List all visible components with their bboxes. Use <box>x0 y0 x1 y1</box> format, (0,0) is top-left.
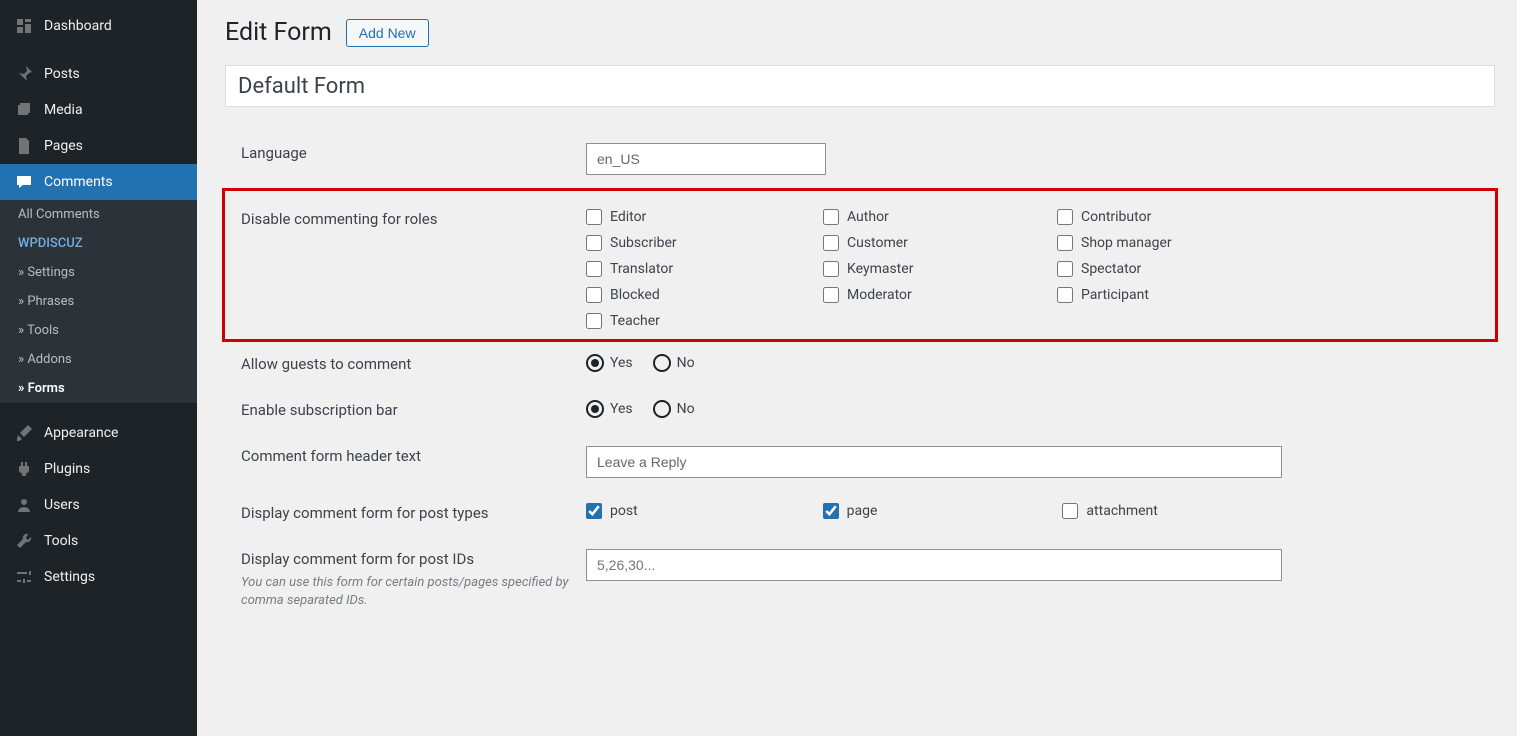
posttype-checkbox-page[interactable]: page <box>823 503 878 519</box>
sidebar-sub-settings[interactable]: » Settings <box>0 258 197 287</box>
sidebar-label: Pages <box>44 138 83 154</box>
role-checkbox-participant[interactable]: Participant <box>1057 287 1289 303</box>
sidebar-sub-wpdiscuz[interactable]: WPDISCUZ <box>0 229 197 258</box>
role-checkbox-contributor[interactable]: Contributor <box>1057 209 1289 225</box>
header-text-input[interactable] <box>586 446 1282 478</box>
sidebar-label: Settings <box>44 569 95 585</box>
disable-roles-label: Disable commenting for roles <box>241 209 586 329</box>
sidebar-item-plugins[interactable]: Plugins <box>0 451 197 487</box>
post-types-label: Display comment form for post types <box>241 503 586 524</box>
posttype-checkbox-post[interactable]: post <box>586 503 638 519</box>
row-language: Language <box>225 131 1495 188</box>
radio-icon <box>653 354 671 372</box>
sidebar-item-comments[interactable]: Comments <box>0 164 197 200</box>
sliders-icon <box>14 567 34 587</box>
pin-icon <box>14 64 34 84</box>
role-checkbox-shop-manager[interactable]: Shop manager <box>1057 235 1289 251</box>
row-header-text: Comment form header text <box>225 434 1495 491</box>
radio-icon <box>586 354 604 372</box>
post-ids-input[interactable] <box>586 549 1282 581</box>
role-checkbox-translator[interactable]: Translator <box>586 261 821 277</box>
header-text-label: Comment form header text <box>241 446 586 467</box>
enable-sub-label: Enable subscription bar <box>241 400 586 421</box>
media-icon <box>14 100 34 120</box>
roles-grid: Editor Author Contributor Subscriber Cus… <box>586 209 1479 329</box>
sidebar-label: Posts <box>44 66 80 82</box>
row-enable-subscription: Enable subscription bar Yes No <box>225 388 1495 434</box>
dashboard-icon <box>14 16 34 36</box>
sidebar-item-tools[interactable]: Tools <box>0 523 197 559</box>
sidebar-label: Users <box>44 497 80 513</box>
sidebar-label: Plugins <box>44 461 90 477</box>
main-content: Edit Form Add New Default Form Language … <box>197 0 1517 640</box>
language-label: Language <box>241 143 586 164</box>
admin-sidebar: Dashboard Posts Media Pages Comments All… <box>0 0 197 736</box>
posttype-checkbox-attachment[interactable]: attachment <box>1062 503 1157 519</box>
sidebar-sub-forms[interactable]: » Forms <box>0 374 197 403</box>
sidebar-item-dashboard[interactable]: Dashboard <box>0 8 197 44</box>
role-checkbox-keymaster[interactable]: Keymaster <box>823 261 1055 277</box>
sidebar-item-appearance[interactable]: Appearance <box>0 415 197 451</box>
role-checkbox-teacher[interactable]: Teacher <box>586 313 821 329</box>
post-ids-label: Display comment form for post IDs <box>241 549 586 570</box>
brush-icon <box>14 423 34 443</box>
role-checkbox-author[interactable]: Author <box>823 209 1055 225</box>
radio-icon <box>653 400 671 418</box>
allow-guests-label: Allow guests to comment <box>241 354 586 375</box>
sidebar-label: Comments <box>44 174 113 190</box>
role-checkbox-moderator[interactable]: Moderator <box>823 287 1055 303</box>
comment-icon <box>14 172 34 192</box>
sidebar-item-pages[interactable]: Pages <box>0 128 197 164</box>
add-new-button[interactable]: Add New <box>346 19 429 47</box>
row-allow-guests: Allow guests to comment Yes No <box>225 342 1495 388</box>
sidebar-sub-tools[interactable]: » Tools <box>0 316 197 345</box>
page-icon <box>14 136 34 156</box>
role-checkbox-spectator[interactable]: Spectator <box>1057 261 1289 277</box>
sidebar-item-settings[interactable]: Settings <box>0 559 197 595</box>
row-post-ids: Display comment form for post IDs You ca… <box>225 537 1495 622</box>
page-title: Edit Form <box>225 18 332 47</box>
role-checkbox-blocked[interactable]: Blocked <box>586 287 821 303</box>
users-icon <box>14 495 34 515</box>
sidebar-sub-all-comments[interactable]: All Comments <box>0 200 197 229</box>
sidebar-label: Appearance <box>44 425 118 441</box>
sidebar-item-posts[interactable]: Posts <box>0 56 197 92</box>
radio-icon <box>586 400 604 418</box>
wrench-icon <box>14 531 34 551</box>
sidebar-item-users[interactable]: Users <box>0 487 197 523</box>
language-input[interactable] <box>586 143 826 175</box>
role-checkbox-customer[interactable]: Customer <box>823 235 1055 251</box>
radio-sub-no[interactable]: No <box>653 400 695 418</box>
sidebar-sub-addons[interactable]: » Addons <box>0 345 197 374</box>
sidebar-sub-phrases[interactable]: » Phrases <box>0 287 197 316</box>
plug-icon <box>14 459 34 479</box>
sidebar-label: Dashboard <box>44 18 112 34</box>
post-ids-desc: You can use this form for certain posts/… <box>241 574 586 610</box>
row-post-types: Display comment form for post types post… <box>225 491 1495 537</box>
role-checkbox-editor[interactable]: Editor <box>586 209 821 225</box>
radio-guests-no[interactable]: No <box>653 354 695 372</box>
sidebar-label: Tools <box>44 533 78 549</box>
highlighted-section: Disable commenting for roles Editor Auth… <box>222 188 1498 342</box>
radio-sub-yes[interactable]: Yes <box>586 400 633 418</box>
sidebar-item-media[interactable]: Media <box>0 92 197 128</box>
radio-guests-yes[interactable]: Yes <box>586 354 633 372</box>
sidebar-label: Media <box>44 102 83 118</box>
form-name-input[interactable]: Default Form <box>225 65 1495 107</box>
role-checkbox-subscriber[interactable]: Subscriber <box>586 235 821 251</box>
